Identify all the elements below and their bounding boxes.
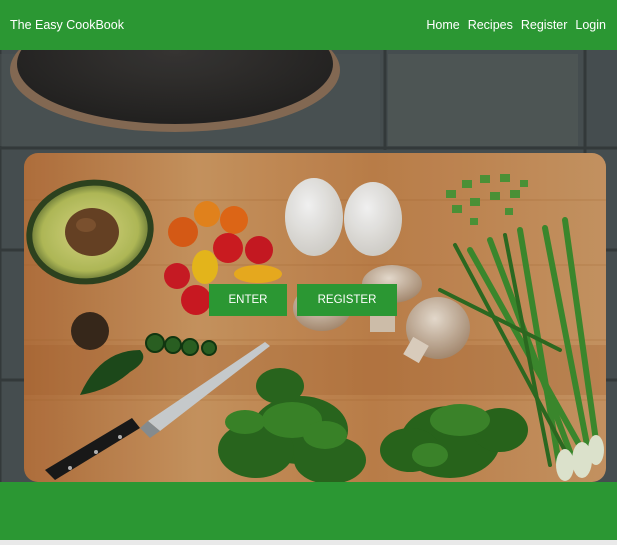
nav-link-login[interactable]: Login	[575, 18, 606, 32]
nav-link-home[interactable]: Home	[426, 18, 459, 32]
brand-title[interactable]: The Easy CookBook	[10, 18, 124, 32]
nav-link-recipes[interactable]: Recipes	[468, 18, 513, 32]
enter-button[interactable]: ENTER	[209, 284, 287, 316]
hero-background-image	[0, 50, 617, 482]
nav-link-register[interactable]: Register	[521, 18, 568, 32]
bottom-strip	[0, 540, 617, 545]
page: The Easy CookBook Home Recipes Register …	[0, 0, 617, 545]
hero-section: ENTER REGISTER	[0, 50, 617, 482]
register-button[interactable]: REGISTER	[297, 284, 397, 316]
navbar: The Easy CookBook Home Recipes Register …	[0, 0, 617, 50]
footer-band	[0, 482, 617, 540]
nav-links: Home Recipes Register Login	[426, 18, 606, 32]
